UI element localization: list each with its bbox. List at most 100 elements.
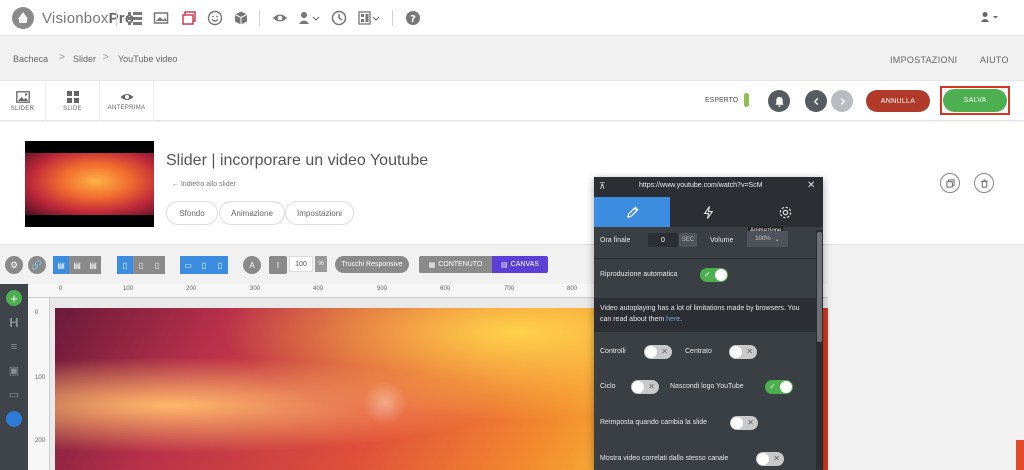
- hide-logo-toggle[interactable]: ✓: [765, 380, 793, 394]
- align-left-button[interactable]: ▯: [117, 256, 133, 274]
- zoom-input[interactable]: 100: [289, 256, 313, 272]
- ruler-label: 700: [504, 286, 515, 292]
- chevron-left-icon: [813, 97, 818, 105]
- tab-animation[interactable]: [670, 197, 747, 227]
- desktop-icon[interactable]: ▭: [180, 256, 196, 274]
- toggle-knob: [730, 346, 742, 358]
- close-icon[interactable]: ✕: [807, 180, 815, 191]
- editor-settings-button[interactable]: ⚙: [5, 256, 23, 274]
- volume-value: 100%: [755, 236, 771, 242]
- tab-sfondo[interactable]: Sfondo: [166, 201, 218, 225]
- pin-icon[interactable]: ⊼: [599, 181, 606, 192]
- loop-toggle[interactable]: ✕: [631, 380, 659, 394]
- end-time-input[interactable]: 0: [648, 233, 678, 247]
- volume-select[interactable]: 100% ⌄: [747, 231, 788, 247]
- add-layer-button[interactable]: +: [6, 290, 22, 306]
- text-lines-icon[interactable]: ≡: [7, 340, 21, 354]
- text-height-icon: I: [276, 260, 280, 270]
- save-button[interactable]: SALVA: [943, 89, 1007, 112]
- user-menu-icon[interactable]: [980, 11, 1000, 26]
- app-brand: VisionboxPro: [42, 9, 135, 27]
- next-slide-button[interactable]: [831, 90, 853, 112]
- smiley-icon[interactable]: [207, 10, 223, 26]
- link-button[interactable]: 🔗: [28, 256, 46, 274]
- duplicate-slide-button[interactable]: [940, 173, 960, 193]
- cube-icon[interactable]: [233, 10, 249, 26]
- bell-icon: [774, 96, 784, 107]
- back-to-slider-link[interactable]: ← Indietro allo slider: [172, 181, 236, 188]
- notice-body: Video autoplaying has a lot of limitatio…: [600, 305, 800, 323]
- help-icon[interactable]: ?: [405, 10, 421, 26]
- breadcrumb-separator: >: [103, 52, 109, 63]
- heading-icon[interactable]: H: [7, 315, 21, 330]
- autoplay-toggle[interactable]: ✓: [700, 268, 728, 282]
- font-button[interactable]: A: [243, 256, 261, 274]
- notice-end: .: [680, 316, 683, 323]
- users-dropdown-icon[interactable]: [298, 10, 320, 26]
- top-navigation-bar: VisionboxPro ?: [0, 0, 1024, 36]
- notice-here-link[interactable]: here: [666, 316, 680, 323]
- divider: [594, 258, 816, 259]
- align-middle-button[interactable]: ▤: [69, 256, 85, 274]
- panel-scrollbar-thumb[interactable]: [817, 232, 822, 342]
- text-height-button[interactable]: I: [269, 256, 287, 274]
- ruler-label: 800: [567, 286, 578, 292]
- thumbnail-image: [25, 153, 154, 215]
- align-bottom-button[interactable]: ▤: [85, 256, 101, 274]
- centered-toggle[interactable]: ✕: [729, 345, 757, 359]
- check-icon: ✓: [704, 270, 711, 279]
- slide-thumbnail[interactable]: [25, 141, 154, 227]
- close-icon: ✕: [747, 418, 754, 427]
- button-layer-icon[interactable]: ▭: [7, 387, 21, 401]
- align-right-button[interactable]: ▯: [149, 256, 165, 274]
- gallery-icon[interactable]: [153, 10, 169, 26]
- tab-impostazioni[interactable]: Impostazioni: [285, 201, 354, 225]
- hide-logo-label: Nascondi logo YouTube: [670, 383, 744, 390]
- delete-slide-button[interactable]: [974, 173, 994, 193]
- align-top-button[interactable]: ▤: [53, 256, 69, 274]
- lightning-icon: [703, 205, 714, 219]
- responsive-tricks-button[interactable]: Trucchi Responsive: [335, 256, 409, 273]
- content-mode-button[interactable]: ▦ CONTENUTO: [419, 256, 492, 273]
- help-link[interactable]: AIUTO: [980, 55, 1009, 65]
- tool-slider-button[interactable]: SLIDER: [0, 81, 46, 121]
- tool-preview-button[interactable]: ANTEPRIMA: [100, 81, 154, 121]
- tablet-icon[interactable]: ▯: [196, 256, 212, 274]
- previous-slide-button[interactable]: [805, 90, 827, 112]
- reset-on-slide-change-label: Reimposta quando cambia la slide: [600, 419, 708, 426]
- tab-animazione[interactable]: Animazione: [219, 201, 285, 225]
- cancel-button[interactable]: ANNULLA: [866, 90, 930, 112]
- breadcrumb-item-bacheca[interactable]: Bacheca: [13, 54, 48, 64]
- zoom-unit: %: [315, 256, 327, 272]
- reset-on-slide-change-toggle[interactable]: ✕: [730, 416, 758, 430]
- clock-icon[interactable]: [331, 10, 347, 26]
- canvas-mode-button[interactable]: ▤ CANVAS: [492, 256, 548, 273]
- grid-icon: [66, 90, 79, 103]
- layers-icon[interactable]: [181, 10, 197, 26]
- controls-toggle[interactable]: ✕: [644, 345, 672, 359]
- eye-icon[interactable]: [272, 10, 288, 26]
- notifications-button[interactable]: [768, 90, 790, 112]
- horizontal-align-group: ▯ ▯ ▯: [117, 256, 165, 274]
- tab-style[interactable]: [594, 197, 670, 227]
- align-center-button[interactable]: ▯: [133, 256, 149, 274]
- chevron-right-icon: [840, 97, 845, 105]
- layer-edge-strip: [1016, 440, 1024, 470]
- check-icon: ✓: [769, 382, 776, 391]
- globe-icon[interactable]: [6, 411, 22, 427]
- tool-slide-button[interactable]: SLIDE: [46, 81, 100, 121]
- image-icon: [15, 90, 30, 103]
- related-videos-toggle[interactable]: ✕: [756, 452, 784, 466]
- tab-settings[interactable]: [747, 197, 823, 227]
- list-icon[interactable]: [127, 10, 143, 26]
- breadcrumb-item-slider[interactable]: Slider: [73, 54, 96, 64]
- settings-link[interactable]: IMPOSTAZIONI: [890, 55, 957, 65]
- ruler-label: 0: [59, 286, 63, 292]
- expert-mode-toggle[interactable]: [744, 93, 749, 107]
- template-dropdown-icon[interactable]: [358, 10, 380, 26]
- breadcrumb-separator: >: [59, 52, 65, 63]
- arrow-left-icon: ←: [172, 181, 179, 188]
- mobile-icon[interactable]: ▯: [212, 256, 228, 274]
- copy-icon: [945, 178, 955, 188]
- image-layer-icon[interactable]: ▣: [7, 363, 21, 377]
